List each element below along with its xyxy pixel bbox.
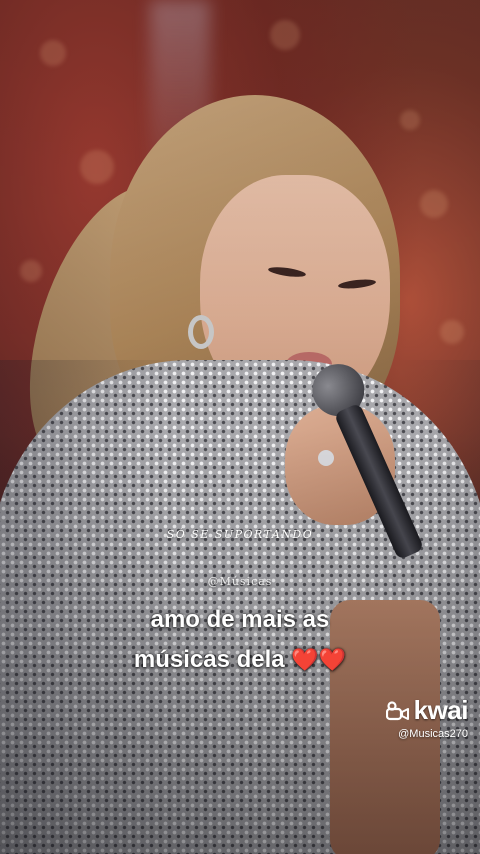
heart-emoji: ❤️❤️: [291, 647, 347, 672]
caption-line-2-text: músicas dela: [133, 646, 285, 673]
caption-line-1: amo de mais as: [150, 606, 330, 633]
song-title-sticker: SÓ SE SUPORTANDO: [166, 528, 314, 541]
handle-sticker: @Músicas: [207, 575, 273, 588]
kwai-brand-text: kwai: [413, 695, 469, 725]
caption-line-2: músicas dela ❤️❤️: [0, 640, 480, 680]
kwai-username: @Musicas270: [398, 728, 468, 740]
kwai-logo-icon: [385, 700, 409, 720]
kwai-watermark: kwai @Musicas270: [385, 695, 469, 740]
caption-text: amo de mais as músicas dela ❤️❤️: [0, 600, 480, 680]
